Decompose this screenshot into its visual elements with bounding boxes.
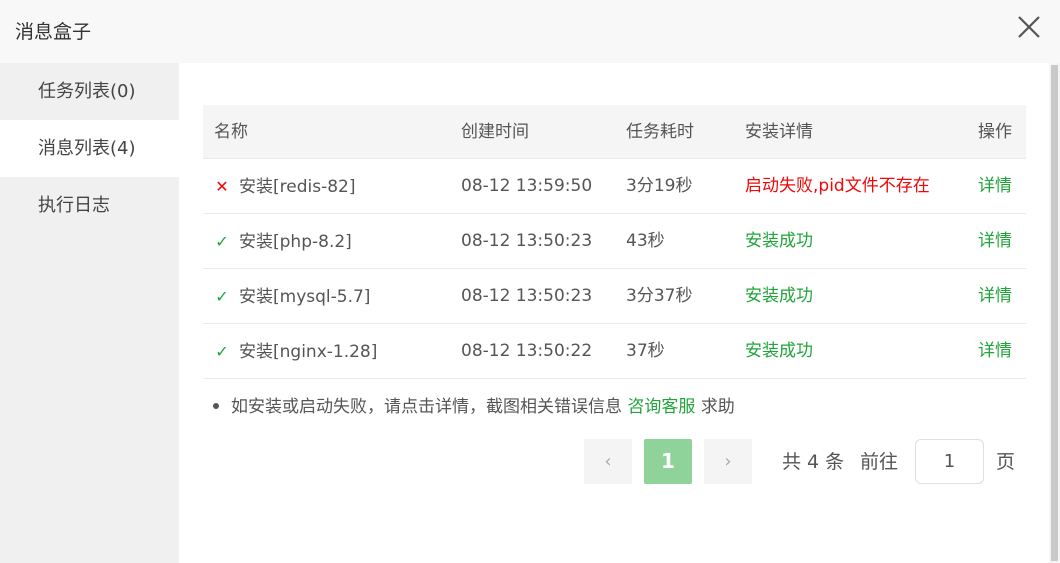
task-name: 安装[nginx-1.28] xyxy=(239,342,378,362)
detail-link[interactable]: 详情 xyxy=(978,269,1012,324)
created-time: 08-12 13:50:22 xyxy=(461,341,593,361)
created-time: 08-12 13:59:50 xyxy=(461,176,593,196)
task-duration: 37秒 xyxy=(626,341,665,361)
cross-icon: ✕ xyxy=(215,177,229,196)
column-header-name: 名称 xyxy=(214,122,248,142)
install-detail: 安装成功 xyxy=(745,286,813,306)
sidebar-item-messages[interactable]: 消息列表(4) xyxy=(0,120,179,177)
dialog-header: 消息盒子 xyxy=(0,0,1060,63)
next-page-button[interactable]: › xyxy=(704,439,752,484)
column-header-action: 操作 xyxy=(978,122,1012,142)
install-detail: 安装成功 xyxy=(745,231,813,251)
task-duration: 3分37秒 xyxy=(626,286,693,306)
page-number-current[interactable]: 1 xyxy=(644,439,692,484)
page-suffix: 页 xyxy=(996,451,1016,473)
detail-link[interactable]: 详情 xyxy=(978,324,1012,379)
column-header-detail: 安装详情 xyxy=(745,122,813,142)
table-row: ✓ 安装[mysql-5.7] 08-12 13:50:23 3分37秒 安装成功… xyxy=(203,269,1026,324)
dialog-title: 消息盒子 xyxy=(15,21,92,43)
sidebar-item-tasks[interactable]: 任务列表(0) xyxy=(0,63,179,120)
help-hint: 如安装或启动失败，请点击详情，截图相关错误信息 咨询客服 求助 xyxy=(213,395,735,419)
sidebar: 任务列表(0) 消息列表(4) 执行日志 xyxy=(0,63,179,563)
install-detail: 安装成功 xyxy=(745,341,813,361)
detail-link[interactable]: 详情 xyxy=(978,159,1012,214)
task-name: 安装[mysql-5.7] xyxy=(239,287,371,307)
sidebar-item-logs[interactable]: 执行日志 xyxy=(0,177,179,234)
install-detail: 启动失败,pid文件不存在 xyxy=(745,176,930,196)
task-name: 安装[redis-82] xyxy=(239,177,356,197)
column-header-created: 创建时间 xyxy=(461,122,529,142)
table-header: 名称 创建时间 任务耗时 安装详情 操作 xyxy=(203,105,1026,159)
goto-label: 前往 xyxy=(860,451,899,473)
prev-page-button[interactable]: ‹ xyxy=(584,439,632,484)
task-name: 安装[php-8.2] xyxy=(239,232,352,252)
table-row: ✕ 安装[redis-82] 08-12 13:59:50 3分19秒 启动失败,… xyxy=(203,159,1026,214)
table-row: ✓ 安装[php-8.2] 08-12 13:50:23 43秒 安装成功 详情 xyxy=(203,214,1026,269)
hint-suffix: 求助 xyxy=(700,397,735,417)
scrollbar[interactable] xyxy=(1049,63,1060,563)
contact-support-link[interactable]: 咨询客服 xyxy=(627,397,695,417)
scrollbar-thumb[interactable] xyxy=(1051,65,1058,561)
chevron-right-icon: › xyxy=(724,451,732,472)
message-box-dialog: 消息盒子 任务列表(0) 消息列表(4) 执行日志 名称 创建时间 任务耗时 安… xyxy=(0,0,1060,563)
total-count: 共 4 条 xyxy=(782,451,845,473)
table-row: ✓ 安装[nginx-1.28] 08-12 13:50:22 37秒 安装成功 … xyxy=(203,324,1026,379)
check-icon: ✓ xyxy=(215,232,229,251)
check-icon: ✓ xyxy=(215,287,229,306)
created-time: 08-12 13:50:23 xyxy=(461,286,593,306)
column-header-duration: 任务耗时 xyxy=(626,122,694,142)
hint-text: 如安装或启动失败，请点击详情，截图相关错误信息 xyxy=(231,397,622,417)
chevron-left-icon: ‹ xyxy=(604,451,612,472)
check-icon: ✓ xyxy=(215,342,229,361)
detail-link[interactable]: 详情 xyxy=(978,214,1012,269)
task-duration: 43秒 xyxy=(626,231,665,251)
task-duration: 3分19秒 xyxy=(626,176,693,196)
created-time: 08-12 13:50:23 xyxy=(461,231,593,251)
close-icon[interactable] xyxy=(1016,14,1042,40)
bullet-dot xyxy=(213,402,219,409)
goto-page-input[interactable] xyxy=(915,439,984,484)
